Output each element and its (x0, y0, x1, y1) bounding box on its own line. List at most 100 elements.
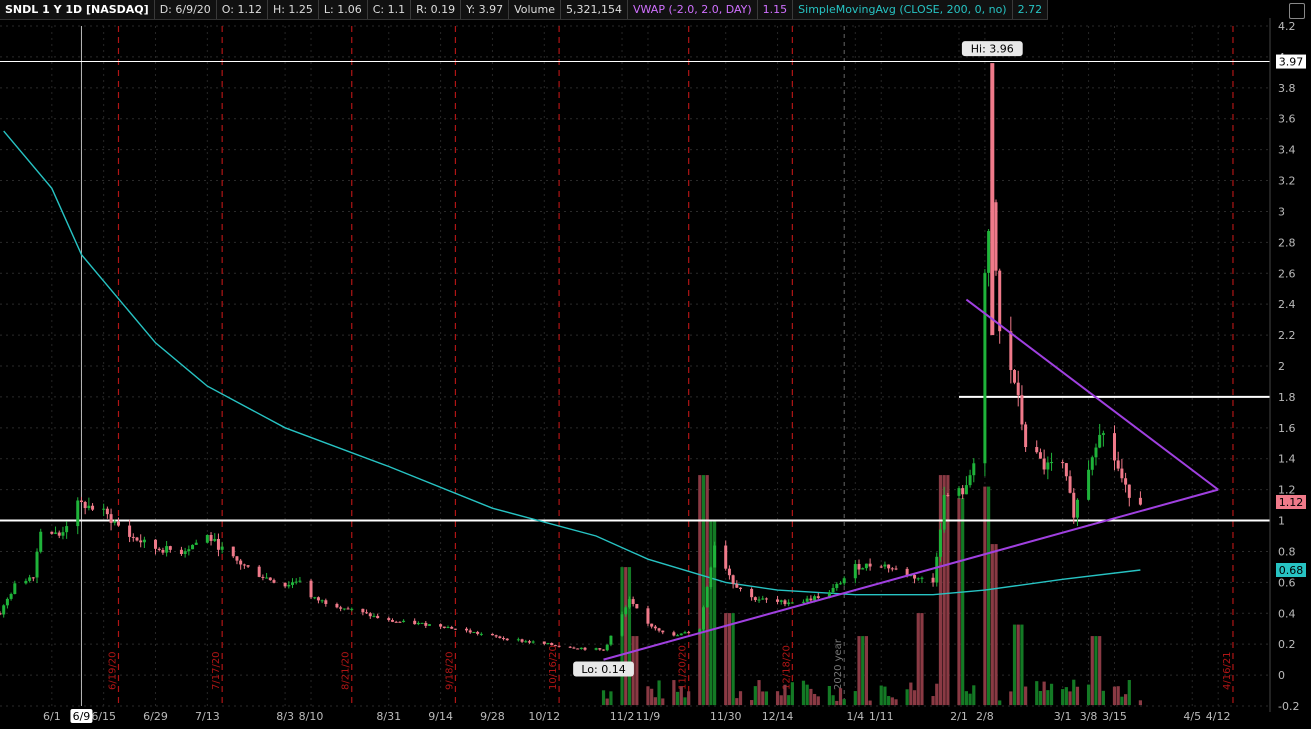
candle-body (205, 535, 209, 543)
candle-body (516, 639, 520, 641)
y-tick-label: 1.6 (1278, 422, 1296, 435)
earnings-date-label: 7/17/20 (211, 651, 222, 690)
volume-bar (1016, 624, 1020, 706)
x-tick-label: 3/15 (1102, 710, 1127, 723)
volume-bar (757, 680, 761, 706)
price-tag: 1.12 (1279, 496, 1304, 509)
candle-body (502, 638, 506, 640)
x-tick-label: 8/31 (376, 710, 401, 723)
candle-body (1127, 484, 1131, 498)
candle-body (861, 568, 865, 570)
volume-bar (1046, 690, 1050, 706)
candle-body (868, 563, 872, 567)
volume-bar (1138, 700, 1143, 706)
volume-bar (775, 691, 780, 706)
year-marker-label: 2020 year (833, 638, 844, 690)
candle-body (187, 549, 191, 552)
candle-body (553, 645, 557, 647)
candle-body (687, 632, 691, 634)
candle-body (76, 500, 80, 527)
volume-bar (672, 680, 676, 706)
y-tick-label: 0 (1278, 669, 1285, 682)
x-tick-label: 6/15 (91, 710, 116, 723)
candle-body (476, 631, 480, 634)
x-tick-label: 12/14 (762, 710, 794, 723)
candle-body (579, 647, 583, 649)
candle-body (87, 505, 91, 509)
x-tick-label: 11/9 (636, 710, 661, 723)
candle-body (79, 500, 83, 503)
x-tick-label: 1/11 (869, 710, 894, 723)
x-tick-label: 1/4 (846, 710, 864, 723)
candle-body (783, 600, 787, 605)
candle-body (568, 646, 572, 648)
volume-bar (990, 544, 994, 706)
candle-body (1035, 447, 1039, 453)
candle-body (9, 594, 13, 599)
volume-bar (1072, 679, 1076, 706)
volume-bar (887, 696, 891, 706)
earnings-date-label: 10/16/20 (548, 645, 559, 690)
candle-body (701, 607, 705, 630)
candle-body (753, 597, 757, 601)
volume-bar (735, 698, 739, 706)
candle-body (183, 551, 187, 555)
x-tick-label: 4/12 (1206, 710, 1231, 723)
candle-body (1087, 469, 1091, 500)
y-tick-label: 0.4 (1278, 607, 1296, 620)
candle-body (105, 508, 109, 515)
candle-body (439, 624, 443, 627)
candle-body (968, 475, 972, 486)
candle-body (1075, 499, 1079, 518)
candle-body (57, 532, 61, 536)
volume-bar (998, 700, 1002, 706)
candle-body (83, 502, 87, 509)
volume-bar (650, 688, 654, 706)
candle-body (387, 618, 391, 621)
volume-bar (957, 498, 961, 706)
candle-body (265, 577, 269, 579)
volume-bar (635, 636, 639, 706)
candle-body (957, 488, 961, 496)
volume-bar (916, 613, 920, 706)
candle-body (916, 578, 920, 580)
earnings-date-label: 8/21/20 (341, 651, 352, 690)
candle-body (28, 577, 32, 581)
volume-bar (657, 680, 661, 706)
candle-body (220, 546, 224, 550)
y-tick-label: 0.8 (1278, 545, 1296, 558)
candle-body (494, 635, 498, 637)
candle-body (468, 630, 472, 633)
y-tick-label: 3.8 (1278, 82, 1296, 95)
candle-body (235, 556, 239, 561)
candle-body (1090, 457, 1094, 470)
candle-body (1020, 395, 1024, 425)
trendline (603, 488, 1219, 661)
volume-bar (750, 700, 754, 706)
candle-body (883, 564, 887, 567)
volume-bar (1049, 683, 1054, 706)
candle-body (624, 607, 628, 615)
price-chart[interactable]: 6/19/20 7/17/20 8/21/20 9/18/20 10/16/20 11/2… (0, 0, 1311, 729)
candle-body (287, 584, 291, 587)
candle-body (1112, 433, 1116, 461)
volume-bar (838, 688, 843, 706)
volume-bar (805, 684, 809, 706)
volume-bar (779, 695, 783, 706)
x-tick-label: 8/3 (276, 710, 294, 723)
volume-bar (1012, 624, 1017, 706)
volume-bar (764, 691, 769, 706)
candle-body (1038, 452, 1042, 459)
volume-bar (935, 683, 939, 706)
candle-body (779, 600, 783, 602)
volume-bar (1086, 684, 1091, 706)
candle-body (598, 648, 602, 650)
volume-bar (972, 685, 976, 706)
volume-bar (790, 682, 794, 706)
volume-bar (868, 700, 872, 706)
candle-body (142, 539, 146, 543)
volume-bar (727, 613, 732, 706)
volume-bar (964, 691, 968, 706)
candle-body (653, 626, 657, 629)
candle-body (416, 622, 420, 625)
